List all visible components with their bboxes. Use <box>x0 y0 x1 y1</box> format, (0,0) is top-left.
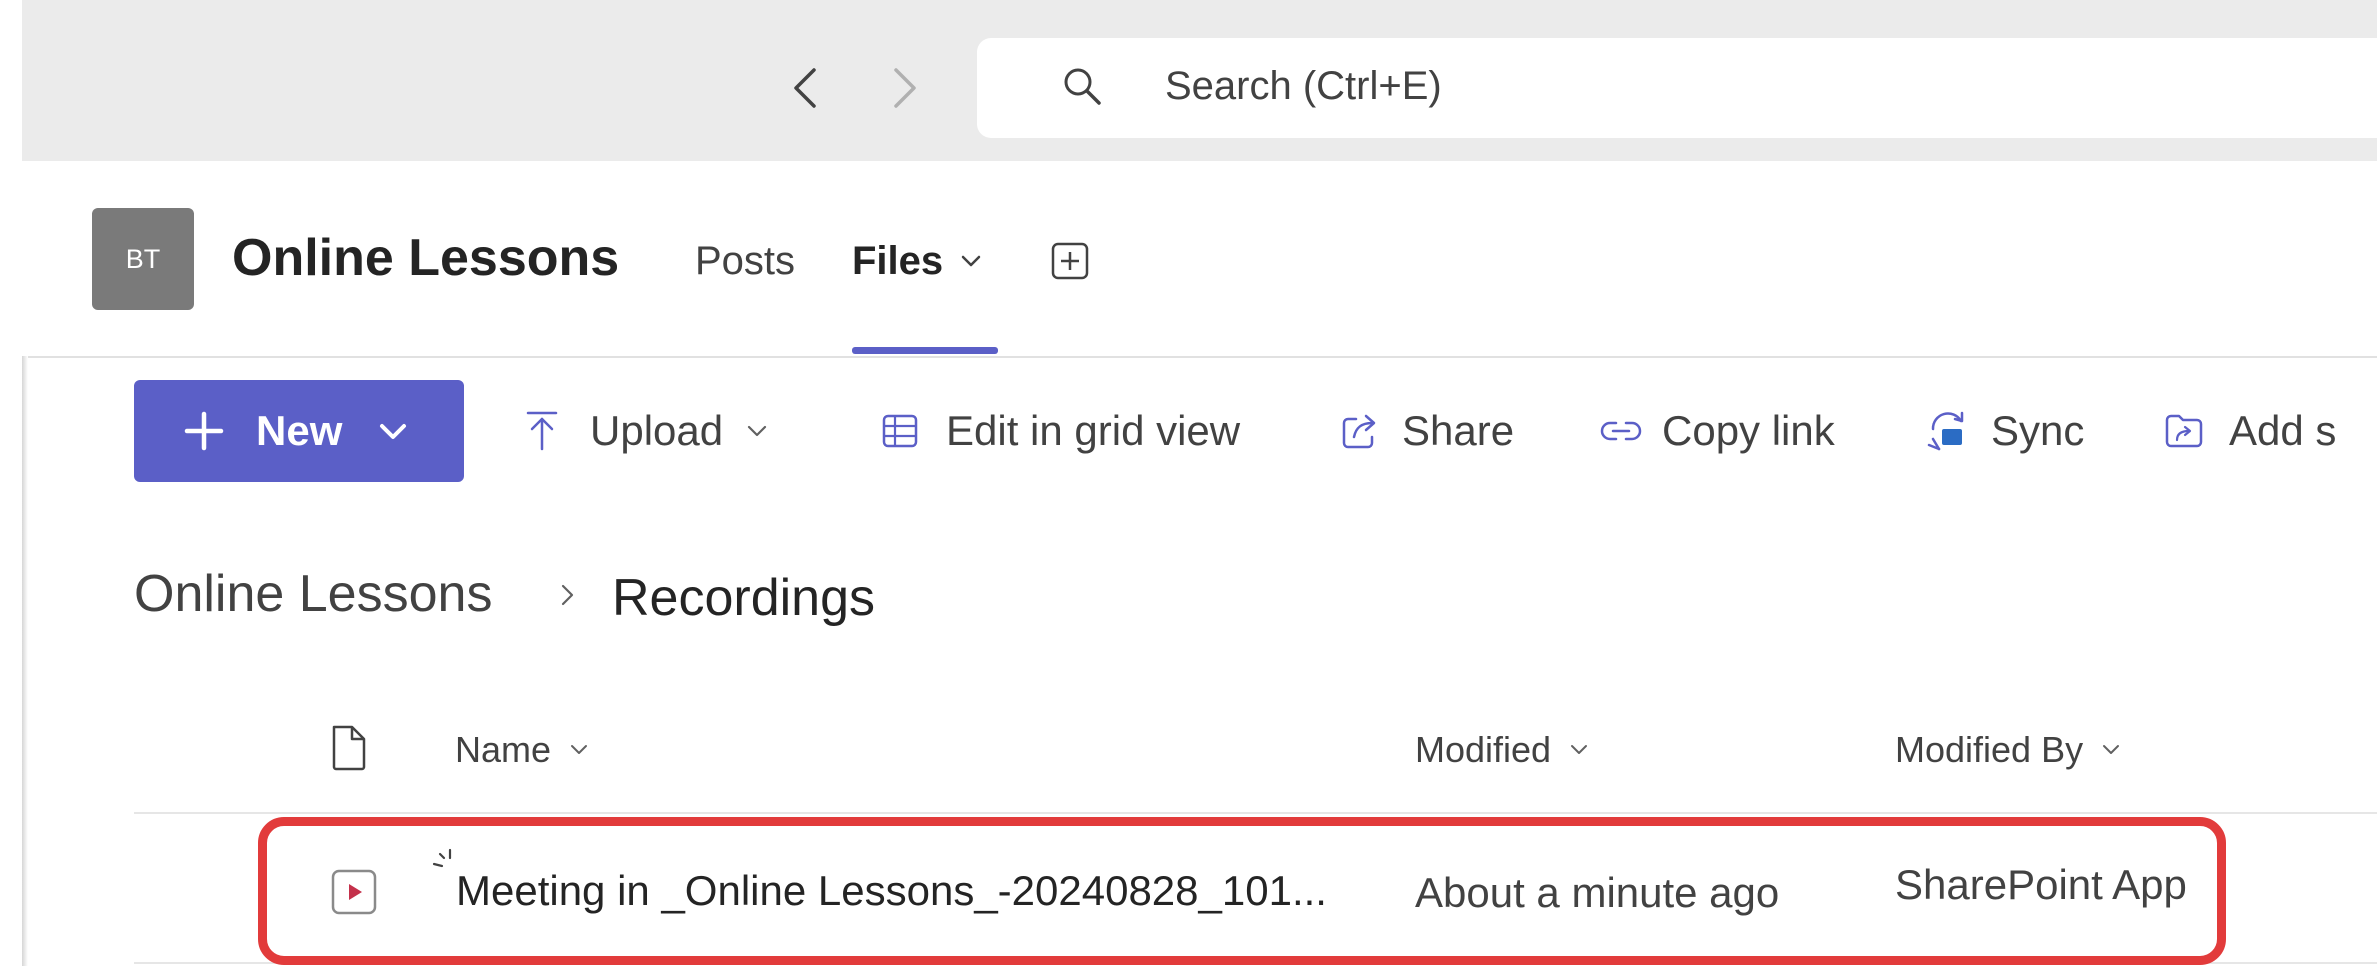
video-file-icon <box>331 869 377 915</box>
back-button[interactable] <box>770 58 840 118</box>
breadcrumb-root[interactable]: Online Lessons <box>134 562 492 626</box>
upload-icon <box>526 411 558 451</box>
forward-button[interactable] <box>870 58 940 118</box>
chevron-down-icon <box>748 425 767 437</box>
chevron-left-icon <box>794 68 816 108</box>
selected-tab-indicator <box>852 347 998 354</box>
add-shortcut-button[interactable]: Add s <box>2163 404 2336 458</box>
column-header-name[interactable]: Name <box>455 727 595 773</box>
add-shortcut-icon <box>2165 414 2203 448</box>
add-shortcut-label: Add s <box>2229 407 2337 454</box>
search-icon <box>1064 68 1101 105</box>
share-label: Share <box>1402 407 1515 454</box>
column-header-modified-by[interactable]: Modified By <box>1895 727 2127 773</box>
chevron-down-icon <box>571 745 588 754</box>
tab-files-label: Files <box>852 239 944 283</box>
team-avatar: BT <box>92 208 194 310</box>
search-placeholder: Search (Ctrl+E) <box>1165 64 1442 108</box>
copy-link-button[interactable]: Copy link <box>1598 404 1835 458</box>
file-type-column-icon[interactable] <box>330 723 368 773</box>
link-icon <box>1600 421 1642 441</box>
teams-window: Search (Ctrl+E) BT Online Lessons Posts … <box>0 0 2377 966</box>
column-name-label: Name <box>455 729 552 770</box>
chevron-right-icon <box>894 68 916 108</box>
breadcrumb-separator-icon <box>561 584 574 606</box>
team-name: Online Lessons <box>232 229 620 287</box>
sync-button[interactable]: Sync <box>1925 404 2084 458</box>
upload-button[interactable]: Upload <box>522 404 775 458</box>
row-divider <box>134 962 2377 964</box>
file-modified: About a minute ago <box>1415 869 1780 916</box>
column-modified-label: Modified <box>1415 729 1552 770</box>
grid-icon <box>882 414 918 448</box>
new-button-label: New <box>256 407 343 454</box>
panel-edge <box>22 356 28 966</box>
header-divider <box>134 812 2377 814</box>
chevron-down-icon <box>961 255 981 267</box>
chevron-down-icon <box>1571 745 1588 754</box>
copy-link-label: Copy link <box>1662 407 1835 454</box>
tab-posts[interactable]: Posts <box>695 236 795 286</box>
add-tab-icon[interactable] <box>1050 241 1090 281</box>
chevron-down-icon <box>2103 745 2120 754</box>
share-icon <box>1342 414 1376 449</box>
sync-label: Sync <box>1991 407 2085 454</box>
chevron-down-icon <box>380 424 406 439</box>
breadcrumb-current: Recordings <box>612 569 876 627</box>
share-button[interactable]: Share <box>1340 404 1514 458</box>
plus-icon <box>184 411 224 451</box>
grid-label: Edit in grid view <box>946 407 1241 454</box>
file-name[interactable]: Meeting in _Online Lessons_-20240828_101… <box>456 864 1327 918</box>
column-header-modified[interactable]: Modified <box>1415 727 1595 773</box>
edit-in-grid-view-button[interactable]: Edit in grid view <box>880 404 1240 458</box>
tab-files[interactable]: Files <box>852 236 989 286</box>
sync-icon <box>1927 411 1964 451</box>
new-button[interactable]: New <box>134 380 464 482</box>
column-modified-by-label: Modified By <box>1895 729 2084 770</box>
file-modified-by: SharePoint App <box>1895 861 2187 908</box>
upload-label: Upload <box>590 407 724 454</box>
